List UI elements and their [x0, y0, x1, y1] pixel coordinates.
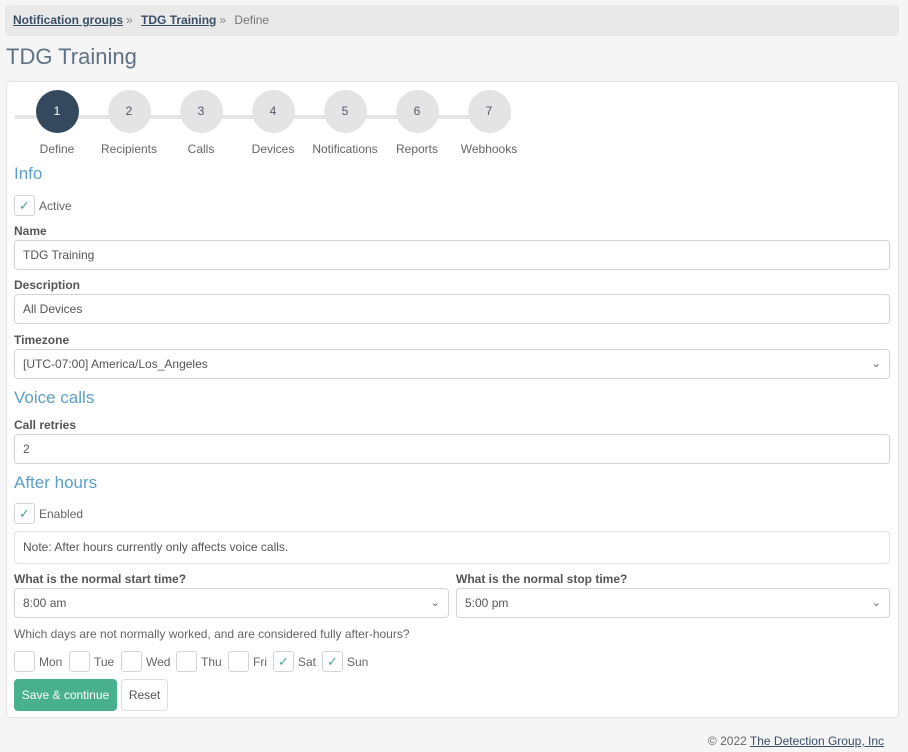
checkbox-label: Active — [39, 198, 72, 213]
step-label: Webhooks — [460, 142, 518, 156]
active-checkbox[interactable]: ✓ Active — [14, 194, 72, 217]
checkbox-label: Wed — [146, 654, 171, 669]
call-retries-input[interactable]: 2 — [14, 434, 890, 464]
day-checkbox-sun[interactable]: ✓ Sun — [322, 650, 369, 673]
section-info-title: Info — [14, 164, 43, 183]
step-devices[interactable]: 4 Devices — [233, 90, 313, 156]
checkbox-label: Enabled — [39, 506, 84, 521]
description-input[interactable]: All Devices — [14, 294, 890, 324]
section-after-hours-title: After hours — [14, 473, 98, 492]
step-number: 3 — [179, 90, 223, 133]
step-number: 2 — [107, 90, 151, 133]
checkbox-label: Fri — [253, 654, 267, 669]
day-checkbox-sat[interactable]: ✓ Sat — [273, 650, 317, 673]
step-calls[interactable]: 3 Calls — [161, 90, 241, 156]
step-number: 7 — [467, 90, 511, 133]
checkbox-label: Sun — [347, 654, 369, 669]
company-link[interactable]: The Detection Group, Inc — [750, 734, 884, 748]
form-card: 1 Define 2 Recipients 3 Calls 4 Devices … — [6, 81, 899, 718]
checkmark-icon[interactable]: ✓ — [14, 503, 35, 525]
name-label: Name — [14, 224, 47, 238]
step-label: Calls — [187, 142, 215, 156]
call-retries-label: Call retries — [14, 418, 77, 432]
chevron-down-icon: ⌄ — [871, 358, 881, 370]
breadcrumb-notification-groups[interactable]: Notification groups — [13, 13, 123, 27]
breadcrumb: Notification groups» TDG Training» Defin… — [5, 5, 899, 36]
step-number: 6 — [395, 90, 439, 133]
reset-button[interactable]: Reset — [121, 679, 168, 711]
start-time-select[interactable]: 8:00 am ⌄ — [14, 588, 449, 618]
chevron-down-icon: ⌄ — [871, 597, 881, 609]
save-continue-button[interactable]: Save & continue — [14, 679, 117, 711]
timezone-value: [UTC-07:00] America/Los_Angeles — [23, 357, 208, 371]
breadcrumb-group[interactable]: TDG Training — [141, 13, 216, 27]
days-question: Which days are not normally worked, and … — [14, 627, 410, 641]
page-title: TDG Training — [6, 44, 137, 69]
checkbox-label: Tue — [94, 654, 115, 669]
day-checkbox-thu[interactable]: Thu — [176, 650, 222, 673]
start-time-value: 8:00 am — [23, 596, 67, 610]
step-label: Devices — [251, 142, 295, 156]
step-number: 1 — [35, 90, 79, 133]
checkbox-label: Sat — [298, 654, 317, 669]
checkmark-icon[interactable]: ✓ — [14, 195, 35, 217]
step-notifications[interactable]: 5 Notifications — [305, 90, 385, 156]
enabled-checkbox[interactable]: ✓ Enabled — [14, 502, 84, 525]
checkbox-label: Thu — [201, 654, 222, 669]
step-label: Recipients — [100, 142, 158, 156]
day-checkbox-mon[interactable]: Mon — [14, 650, 63, 673]
after-hours-note: Note: After hours currently only affects… — [14, 531, 890, 564]
step-define[interactable]: 1 Define — [17, 90, 97, 156]
copyright-text: © 2022 — [707, 734, 747, 748]
stop-time-value: 5:00 pm — [465, 596, 509, 610]
day-checkbox-fri[interactable]: Fri — [228, 650, 267, 673]
breadcrumb-separator: » — [126, 13, 133, 27]
checkmark-icon[interactable]: ✓ — [273, 651, 294, 673]
step-label: Notifications — [312, 142, 378, 156]
breadcrumb-separator: » — [219, 13, 227, 27]
day-checkbox-wed[interactable]: Wed — [121, 650, 171, 673]
step-webhooks[interactable]: 7 Webhooks — [449, 90, 529, 156]
checkmark-icon[interactable]: ✓ — [322, 651, 343, 673]
stop-time-label: What is the normal stop time? — [456, 572, 628, 586]
step-reports[interactable]: 6 Reports — [377, 90, 457, 156]
chevron-down-icon: ⌄ — [430, 597, 440, 609]
name-input[interactable]: TDG Training — [14, 240, 890, 270]
footer: © 2022 The Detection Group, Inc — [708, 734, 884, 748]
wizard-steps: 1 Define 2 Recipients 3 Calls 4 Devices … — [15, 90, 517, 156]
step-number: 5 — [323, 90, 367, 133]
breadcrumb-current: Define — [234, 13, 270, 27]
section-voice-calls-title: Voice calls — [14, 388, 95, 407]
start-time-label: What is the normal start time? — [14, 572, 187, 586]
step-recipients[interactable]: 2 Recipients — [89, 90, 169, 156]
step-label: Define — [39, 142, 75, 156]
step-number: 4 — [251, 90, 295, 133]
description-label: Description — [14, 278, 81, 292]
day-checkbox-tue[interactable]: Tue — [69, 650, 115, 673]
timezone-select[interactable]: [UTC-07:00] America/Los_Angeles ⌄ — [14, 349, 890, 379]
stop-time-select[interactable]: 5:00 pm ⌄ — [456, 588, 890, 618]
checkbox-label: Mon — [39, 654, 63, 669]
timezone-label: Timezone — [14, 333, 70, 347]
step-label: Reports — [395, 142, 439, 156]
